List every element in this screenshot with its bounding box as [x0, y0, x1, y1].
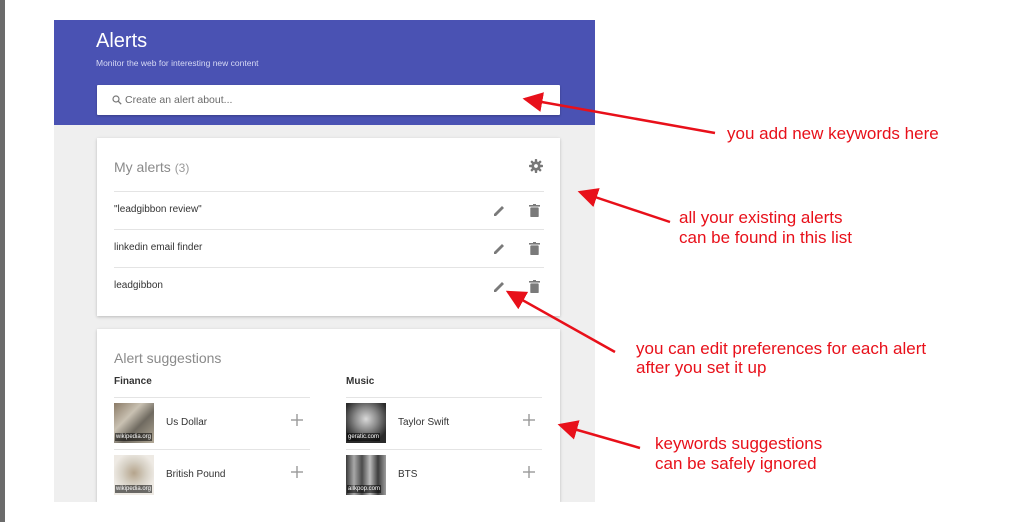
arrow-suggestions	[557, 420, 641, 450]
annotation-existing-alerts-1: all your existing alerts	[679, 208, 843, 227]
arrow-existing-alerts	[577, 188, 671, 224]
annotation-suggestions-1: keywords suggestions	[655, 434, 823, 453]
arrow-edit-prefs	[505, 290, 616, 354]
annotation-edit-prefs-2: after you set it up	[636, 358, 767, 377]
annotation-edit-prefs-1: you can edit preferences for each alert	[636, 339, 927, 358]
arrow-add-keywords	[522, 92, 716, 135]
annotation-add-keywords: you add new keywords here	[727, 124, 939, 143]
annotation-existing-alerts-2: can be found in this list	[679, 228, 852, 247]
annotation-suggestions-2: can be safely ignored	[655, 454, 817, 473]
annotation-arrows	[505, 92, 716, 450]
